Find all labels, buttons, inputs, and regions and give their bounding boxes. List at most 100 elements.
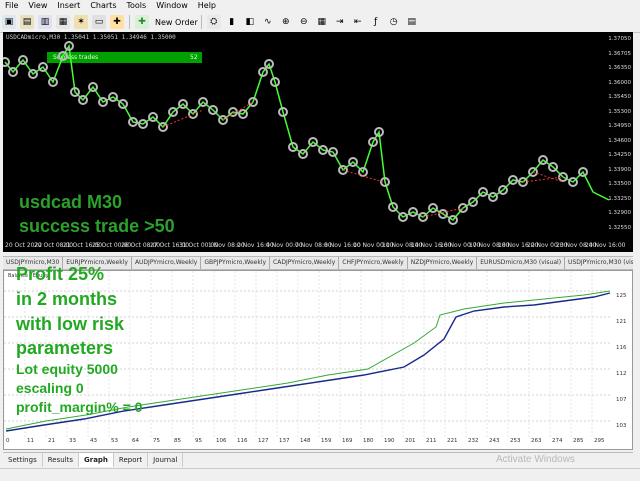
graph-x-label: 159: [321, 438, 332, 444]
price-tick-label: 1.34950: [608, 123, 631, 129]
data-window-icon[interactable]: ▦: [56, 15, 70, 29]
graph-y-label: 121: [616, 319, 627, 325]
graph-x-label: 127: [258, 438, 269, 444]
graph-x-label: 221: [447, 438, 458, 444]
graph-x-label: 53: [111, 438, 118, 444]
symbol-tab[interactable]: EURUSDmicro,M30 (visual): [477, 257, 566, 269]
toolbar: ▣ ▤ ▥ ▦ ✶ ▭ ✚ ✚ New Order ⛭ ▮ ◧ ∿ ⊕ ⊖ ▦ …: [0, 12, 640, 33]
graph-x-label: 148: [300, 438, 311, 444]
symbol-tab[interactable]: USDJPYmicro,M30 (visual): [565, 257, 633, 269]
graph-x-label: 85: [174, 438, 181, 444]
menu-insert[interactable]: Insert: [52, 0, 85, 12]
profit-overlay-1: Profit 25%: [16, 264, 105, 284]
menu-file[interactable]: File: [0, 0, 23, 12]
price-tick-label: 1.35300: [608, 108, 631, 115]
zoom-in-icon[interactable]: ⊕: [279, 15, 293, 29]
toolbar-separator: [200, 15, 202, 29]
price-chart[interactable]: USDCADmicro,M30 1.35041 1.35051 1.34946 …: [3, 32, 633, 252]
indicators-icon[interactable]: ƒ: [369, 15, 383, 29]
trade-marker: [3, 57, 10, 67]
tester-tab-settings[interactable]: Settings: [3, 453, 43, 467]
graph-x-label: 243: [489, 438, 500, 444]
graph-x-label: 106: [216, 438, 227, 444]
price-tick-label: 1.36705: [608, 50, 631, 57]
tester-tab-graph[interactable]: Graph: [79, 453, 114, 467]
price-tick-label: 1.33900: [608, 166, 631, 173]
new-order-icon[interactable]: ✚: [135, 15, 149, 29]
graph-x-label: 137: [279, 438, 290, 444]
menu-view[interactable]: View: [23, 0, 52, 12]
symbol-tab[interactable]: AUDJPYmicro,Weekly: [132, 257, 202, 269]
chart-shift-icon[interactable]: ⇤: [351, 15, 365, 29]
graph-x-label: 201: [405, 438, 416, 444]
symbol-tab[interactable]: CHFJPYmicro,Weekly: [339, 257, 408, 269]
price-tick-label: 1.34600: [608, 137, 631, 144]
menu-tools[interactable]: Tools: [121, 0, 151, 12]
price-tick-label: 1.33250: [608, 195, 631, 202]
toolbar-separator: [129, 15, 130, 29]
graph-x-label: 274: [552, 438, 563, 444]
price-tick-label: 1.32900: [608, 210, 631, 216]
graph-y-label: 116: [616, 345, 627, 351]
graph-x-label: 295: [594, 438, 605, 444]
scroll-chart-icon[interactable]: ⇥: [333, 15, 347, 29]
menu-help[interactable]: Help: [193, 0, 221, 12]
graph-y-label: 107: [616, 397, 627, 403]
graph-y-label: 112: [616, 371, 627, 377]
strategy-tester-icon[interactable]: ✚: [110, 15, 124, 29]
symbol-tab[interactable]: GBPJPYmicro,Weekly: [201, 257, 271, 269]
price-tick-label: 1.36000: [608, 79, 631, 86]
symbol-tab[interactable]: CADJPYmicro,Weekly: [270, 257, 340, 269]
graph-x-label: 95: [195, 438, 202, 444]
price-tick-label: 1.37050: [608, 36, 631, 42]
tester-tab-results[interactable]: Results: [43, 453, 79, 467]
chart-overlay-line1: usdcad M30: [19, 192, 123, 212]
tile-windows-icon[interactable]: ▦: [315, 15, 329, 29]
graph-x-label: 285: [573, 438, 584, 444]
zoom-out-icon[interactable]: ⊖: [297, 15, 311, 29]
menu-bar: File View Insert Charts Tools Window Hel…: [0, 0, 640, 12]
graph-x-label: 75: [153, 438, 160, 444]
graph-x-label: 190: [384, 438, 395, 444]
graph-x-label: 11: [27, 438, 34, 444]
price-tick-label: 1.32550: [608, 224, 631, 231]
price-tick-label: 1.35450: [608, 94, 631, 100]
bar-chart-icon[interactable]: ▮: [225, 15, 239, 29]
candle-chart-icon[interactable]: ◧: [243, 15, 257, 29]
periods-icon[interactable]: ◷: [387, 15, 401, 29]
graph-x-label: 169: [342, 438, 353, 444]
tester-tab-report[interactable]: Report: [114, 453, 149, 467]
graph-x-label: 64: [132, 438, 139, 444]
tester-tab-journal[interactable]: Journal: [148, 453, 184, 467]
terminal-icon[interactable]: ▭: [92, 15, 106, 29]
templates-icon[interactable]: ▤: [405, 15, 419, 29]
time-axis: 20 Oct 2022 20 Oct 08:00 21 Oct 16:00 25 Oc…: [3, 240, 633, 252]
graph-x-label: 263: [531, 438, 542, 444]
status-bar: [0, 468, 640, 481]
chart-overlay-line2: success trade >50: [19, 216, 175, 236]
profiles-icon[interactable]: ▤: [20, 15, 34, 29]
price-tick-label: 1.33500: [608, 181, 631, 187]
navigator-icon[interactable]: ✶: [74, 15, 88, 29]
new-order-button[interactable]: New Order: [155, 18, 198, 27]
profit-overlay-6: escaling 0: [16, 380, 84, 396]
profit-overlay-5: Lot equity 5000: [16, 361, 118, 377]
profit-overlay-2: in 2 months: [16, 289, 118, 309]
activate-windows-watermark: Activate Windows: [496, 454, 575, 465]
graph-x-label: 33: [69, 438, 76, 444]
profit-overlay-4: parameters: [16, 338, 114, 358]
graph-x-label: 211: [426, 438, 437, 444]
graph-y-label: 125: [616, 293, 627, 299]
graph-x-label: 21: [48, 438, 55, 444]
graph-x-axis: 0 11 21 33 43 53 64 75 85 95 106 116 127 137 148 159 169…: [0, 438, 630, 450]
autotrading-icon[interactable]: ⛭: [206, 15, 221, 29]
menu-window[interactable]: Window: [151, 0, 193, 12]
menu-charts[interactable]: Charts: [85, 0, 121, 12]
new-chart-icon[interactable]: ▣: [2, 15, 16, 29]
profit-overlay-7: profit_margin% = 0: [16, 399, 143, 415]
line-chart-icon[interactable]: ∿: [261, 15, 275, 29]
market-watch-icon[interactable]: ▥: [38, 15, 52, 29]
new-order-label: New Order: [155, 17, 198, 27]
price-tick-label: 1.34250: [608, 152, 631, 158]
symbol-tab[interactable]: NZDJPYmicro,Weekly: [408, 257, 478, 269]
